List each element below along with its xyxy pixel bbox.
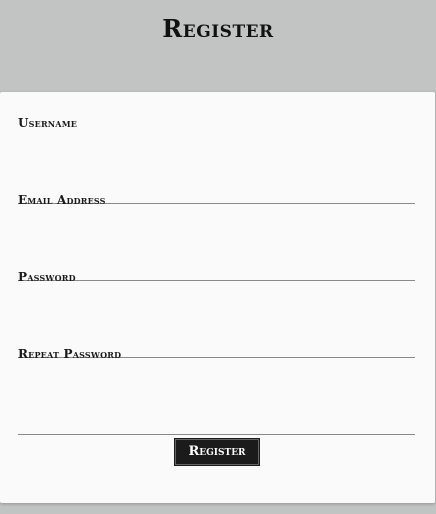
repeat-password-input[interactable] <box>18 405 415 435</box>
email-label: Email Address <box>18 193 106 207</box>
register-form: Username Email Address Password Repeat P… <box>0 92 435 503</box>
password-field-group: Password <box>18 270 415 359</box>
repeat-password-field-group: Repeat Password <box>18 347 415 436</box>
username-label: Username <box>18 116 78 130</box>
register-button[interactable]: Register <box>174 438 260 466</box>
username-field-group: Username <box>18 116 415 205</box>
page-title: Register <box>162 14 274 43</box>
password-label: Password <box>18 270 76 284</box>
repeat-password-label: Repeat Password <box>18 347 122 361</box>
email-field-group: Email Address <box>18 193 415 282</box>
page-header: Register <box>0 0 436 92</box>
